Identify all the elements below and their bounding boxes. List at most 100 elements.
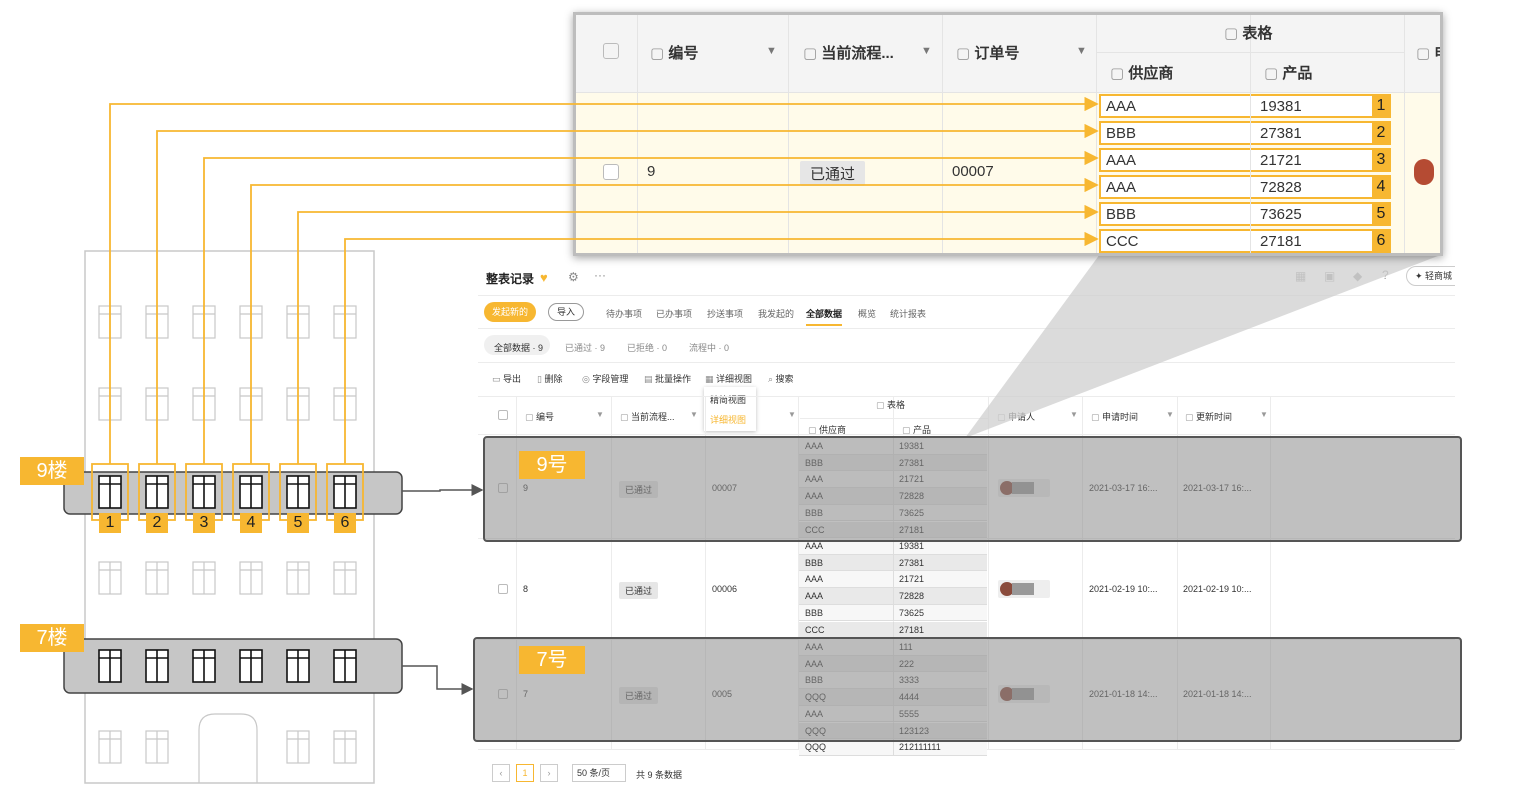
batch-tool-label: 批量操作 xyxy=(655,374,692,384)
col-header-apply_time[interactable]: ▢ 申请时间 xyxy=(1091,410,1138,423)
zoom-col-order[interactable]: ▢ 订单号 xyxy=(956,42,1019,63)
zoom-row-checkbox[interactable] xyxy=(603,164,619,180)
tab-2[interactable]: 抄送事项 xyxy=(707,307,743,320)
detail-tool-button[interactable]: ▦ 详细视图 xyxy=(705,372,752,385)
avatar[interactable] xyxy=(998,579,1050,598)
floor-9-window xyxy=(239,475,263,509)
zoom-col-applicant[interactable]: ▢ 申 xyxy=(1416,42,1440,63)
brand-button-label: 轻商城 xyxy=(1425,271,1453,281)
prev-page-button[interactable]: ‹ xyxy=(492,764,510,782)
new-button[interactable]: 发起新的 xyxy=(484,302,536,322)
filter-0[interactable]: 全部数据 · 9 xyxy=(494,341,543,354)
view-option-simple[interactable]: 精简视图 xyxy=(710,393,746,406)
window-number-5: 5 xyxy=(287,513,309,533)
field-icon: ▢ xyxy=(876,400,888,410)
zoom-col-label: 申 xyxy=(1434,45,1440,62)
tab-1[interactable]: 已办事项 xyxy=(656,307,692,320)
floor-7-window xyxy=(145,649,169,683)
field-icon: ▢ xyxy=(808,425,820,435)
zoom-col-supplier[interactable]: ▢ 供应商 xyxy=(1110,62,1173,83)
tab-3[interactable]: 我发起的 xyxy=(758,307,794,320)
brand-button[interactable]: ✦ 轻商城 xyxy=(1406,266,1455,286)
chevron-down-icon[interactable]: ▼ xyxy=(788,410,796,419)
batch-icon: ▤ xyxy=(644,374,656,384)
pin-icon: ✦ xyxy=(1415,271,1426,281)
field-icon: ▢ xyxy=(1110,65,1129,82)
chevron-down-icon[interactable]: ▼ xyxy=(921,45,932,57)
fields-tool-button[interactable]: ◎ 字段管理 xyxy=(582,372,628,385)
zoom-sub-row xyxy=(1099,175,1391,199)
row-9-tag: 9号 xyxy=(519,451,585,479)
floor-7-window xyxy=(98,649,122,683)
help-icon[interactable]: ? xyxy=(1382,268,1389,282)
zoom-sub-row xyxy=(1099,94,1391,118)
sub-supplier: AAA xyxy=(805,541,824,551)
chevron-down-icon[interactable]: ▼ xyxy=(1166,410,1174,419)
row-checkbox[interactable] xyxy=(498,583,508,594)
zoom-panel: ▢ 编号▢ 当前流程...▢ 订单号▢ 表格▢ 供应商▢ 产品▢ 申▼▼▼9已通… xyxy=(573,12,1443,256)
zoom-col-product[interactable]: ▢ 产品 xyxy=(1264,62,1312,83)
sub-product: 212111111 xyxy=(899,742,941,753)
filter-2[interactable]: 已拒绝 · 0 xyxy=(627,341,667,354)
zoom-col-id[interactable]: ▢ 编号 xyxy=(650,42,698,63)
tab-5[interactable]: 概览 xyxy=(858,307,876,320)
chevron-down-icon[interactable]: ▼ xyxy=(1070,410,1078,419)
row-id: 8 xyxy=(523,583,529,594)
col-header-applicant[interactable]: ▢ 申请人 xyxy=(997,410,1035,423)
select-all-checkbox[interactable] xyxy=(498,410,508,420)
next-page-button[interactable]: › xyxy=(540,764,558,782)
search-tool-button[interactable]: ⌕ 搜索 xyxy=(768,372,794,385)
more-icon[interactable]: ··· xyxy=(594,268,606,282)
wrench-icon[interactable]: ⚙ xyxy=(568,270,579,284)
download-icon[interactable]: ▣ xyxy=(1324,269,1335,283)
batch-tool-button[interactable]: ▤ 批量操作 xyxy=(644,372,691,385)
chevron-down-icon[interactable]: ▼ xyxy=(1260,410,1268,419)
page-size-select[interactable]: 50 条/页 xyxy=(572,764,626,782)
field-icon: ▢ xyxy=(956,45,975,62)
current-page[interactable]: 1 xyxy=(516,764,534,782)
chevron-down-icon[interactable]: ▼ xyxy=(596,410,604,419)
tab-6[interactable]: 统计报表 xyxy=(890,307,926,320)
floor-9-window xyxy=(192,475,216,509)
tab-4[interactable]: 全部数据 xyxy=(806,307,842,320)
chevron-down-icon[interactable]: ▼ xyxy=(1076,45,1087,57)
zoom-order-number: 00007 xyxy=(952,163,994,180)
export-tool-button[interactable]: ▭ 导出 xyxy=(492,372,521,385)
field-icon: ▢ xyxy=(650,45,669,62)
zoom-select-all[interactable] xyxy=(603,43,619,59)
bell-icon[interactable]: ◆ xyxy=(1353,269,1362,283)
col-header-group[interactable]: ▢ 表格 xyxy=(876,398,905,411)
filter-3[interactable]: 流程中 · 0 xyxy=(689,341,729,354)
favorite-icon[interactable]: ♥ xyxy=(540,270,548,285)
sub-supplier: AAA xyxy=(805,591,824,602)
chevron-down-icon[interactable]: ▼ xyxy=(766,45,777,57)
view-option-detail[interactable]: 详细视图 xyxy=(710,413,746,426)
zoom-col-group[interactable]: ▢ 表格 xyxy=(1224,22,1272,43)
filter-1[interactable]: 已通过 · 9 xyxy=(565,341,605,354)
building-icon[interactable]: ▦ xyxy=(1295,269,1306,283)
col-header-update_time[interactable]: ▢ 更新时间 xyxy=(1185,410,1232,423)
zoom-avatar xyxy=(1414,159,1434,185)
zoom-sub-product: 27181 xyxy=(1260,233,1302,250)
col-header-flow[interactable]: ▢ 当前流程... xyxy=(620,410,675,423)
import-button[interactable]: 导入 xyxy=(548,303,584,321)
sub-product: 27381 xyxy=(899,557,925,568)
zoom-col-flow[interactable]: ▢ 当前流程... xyxy=(803,42,894,63)
field-icon: ▢ xyxy=(803,45,822,62)
tab-0[interactable]: 待办事项 xyxy=(606,307,642,320)
col-header-id[interactable]: ▢ 编号 xyxy=(525,410,554,423)
col-header-product[interactable]: ▢ 产品 xyxy=(902,423,931,436)
delete-tool-button[interactable]: ▯ 删除 xyxy=(537,372,562,385)
floor-9-window xyxy=(98,475,122,509)
col-header-supplier[interactable]: ▢ 供应商 xyxy=(808,423,846,436)
zoom-sub-supplier: AAA xyxy=(1106,152,1137,169)
zoom-col-label: 表格 xyxy=(1242,25,1273,42)
window xyxy=(239,387,263,421)
zoom-sub-supplier: AAA xyxy=(1106,179,1137,196)
chevron-down-icon[interactable]: ▼ xyxy=(690,410,698,419)
zoom-col-label: 产品 xyxy=(1282,65,1313,82)
apply-time: 2021-02-19 10:... xyxy=(1089,583,1158,594)
window xyxy=(145,561,169,595)
sub-product: 21721 xyxy=(899,574,925,585)
col-header-label: 当前流程... xyxy=(631,412,675,422)
